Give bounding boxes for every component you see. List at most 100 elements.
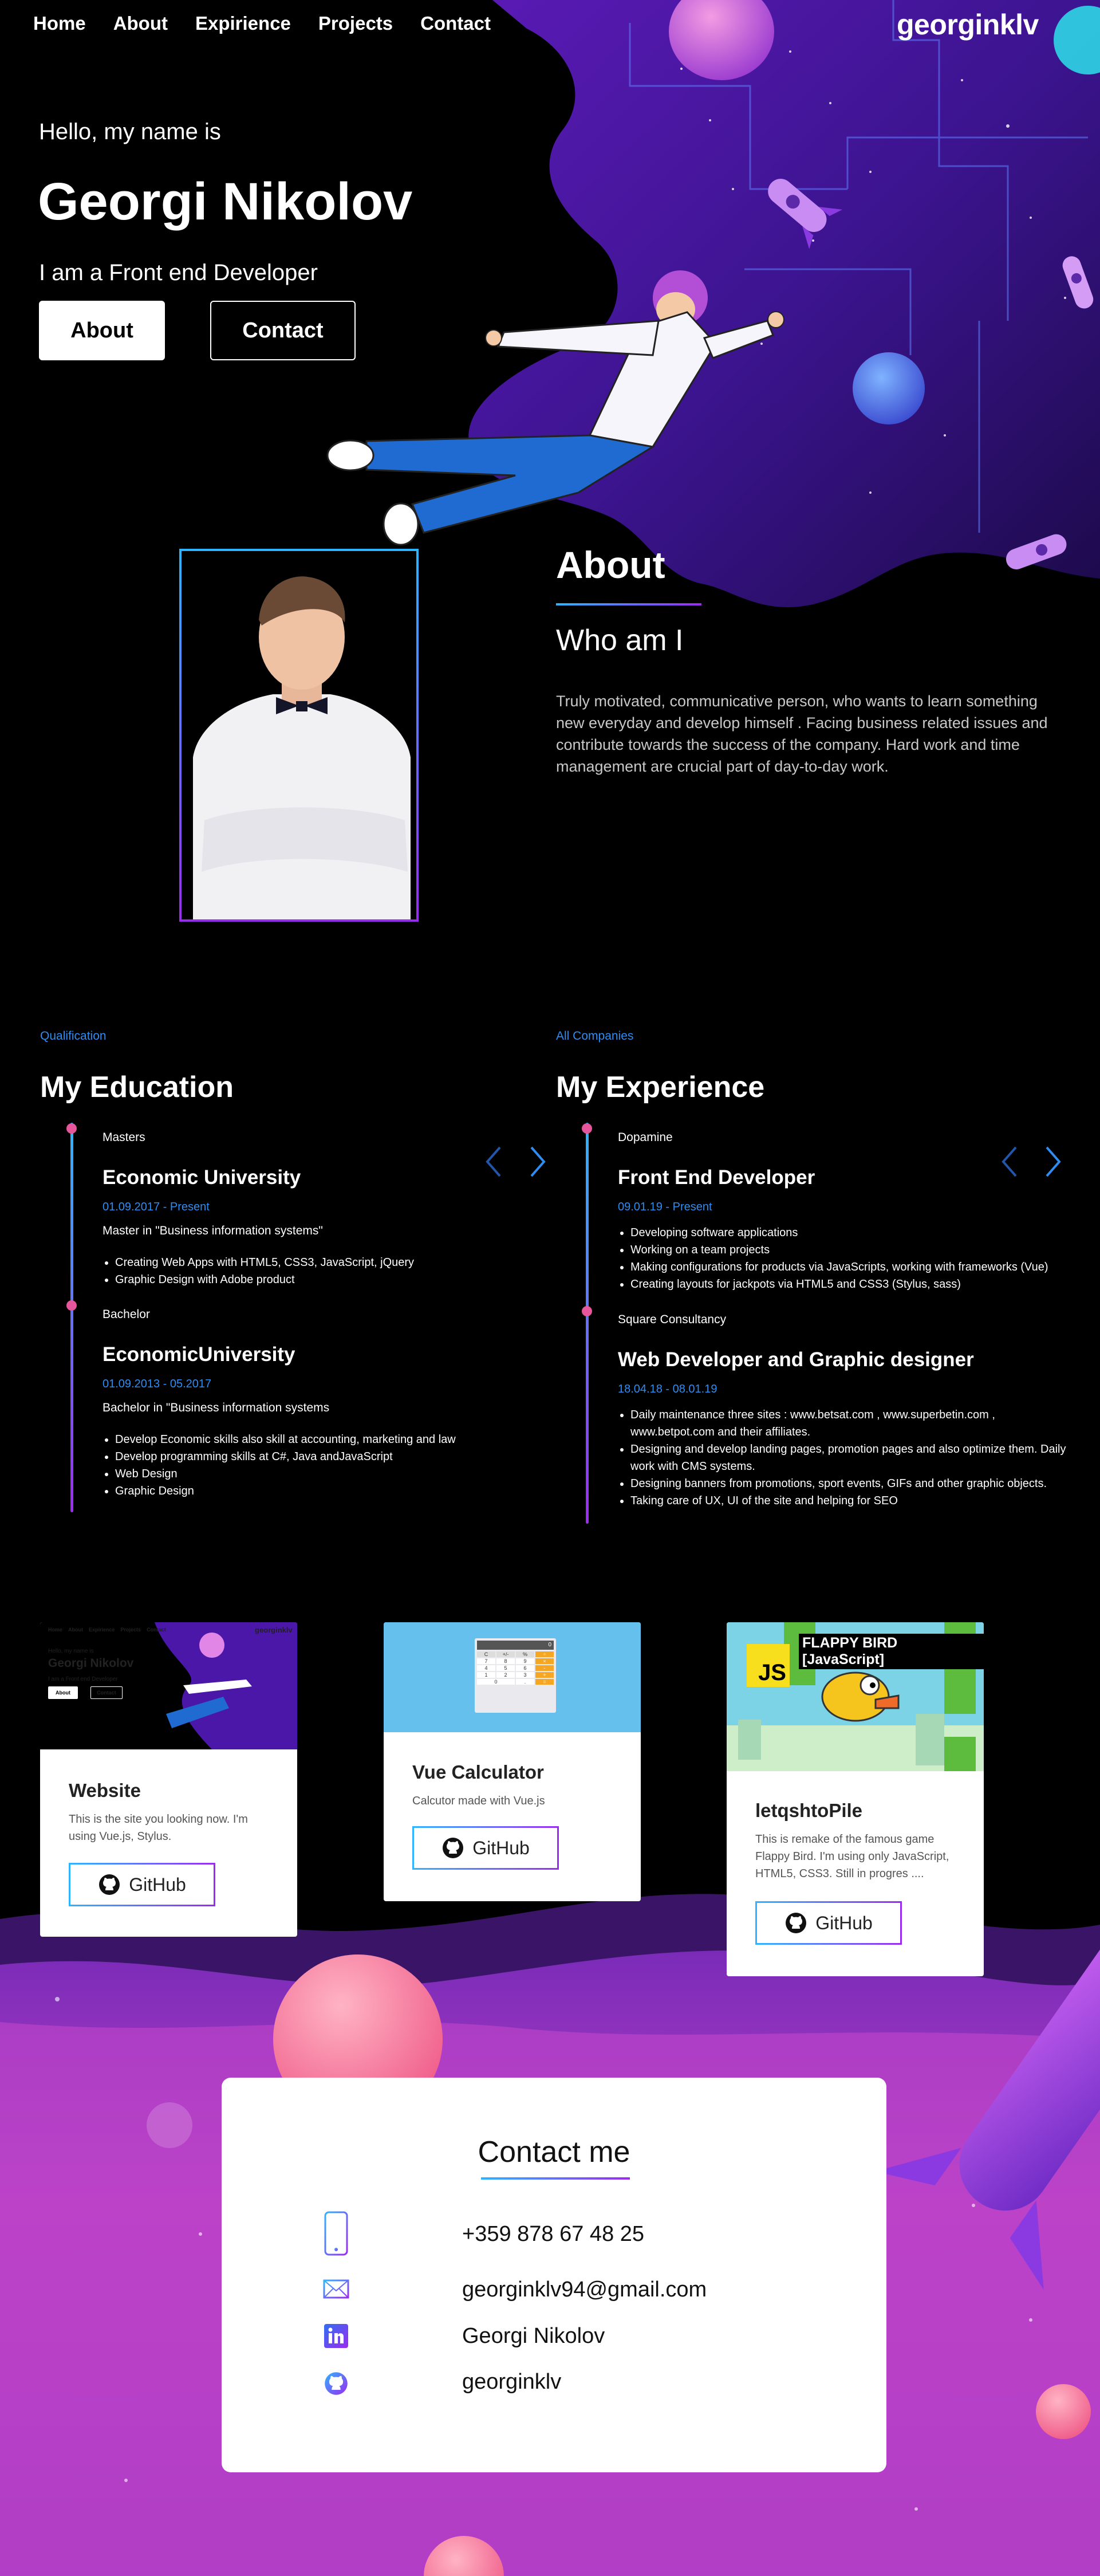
experience-bullets: Daily maintenance three sites : www.bets…	[618, 1406, 1076, 1509]
experience-role: Front End Developer	[618, 1166, 815, 1189]
experience-item: Dopamine Front End Developer 09.01.19 - …	[618, 1131, 1076, 1293]
project-description: This is the site you looking now. I'm us…	[69, 1813, 248, 1843]
calc-key: 5	[496, 1665, 515, 1671]
contact-linkedin-row[interactable]: Georgi Nikolov	[319, 2324, 605, 2348]
project-title: letqshtoPile	[755, 1800, 863, 1821]
hero-name: Georgi Nikolov	[38, 172, 413, 231]
experience-title: My Experience	[556, 1071, 765, 1104]
calc-key: .	[516, 1679, 534, 1685]
brand-logo[interactable]: georginklv	[897, 8, 1039, 41]
hero-greeting: Hello, my name is	[39, 119, 221, 144]
nav-about[interactable]: About	[113, 13, 168, 34]
about-title: About	[556, 544, 665, 586]
calc-key: C	[477, 1651, 495, 1657]
education-kicker: Qualification	[40, 1029, 107, 1043]
calc-key: 2	[496, 1672, 515, 1678]
education-bullets: Creating Web Apps with HTML5, CSS3, Java…	[102, 1254, 469, 1288]
contact-linkedin: Georgi Nikolov	[462, 2324, 605, 2348]
phone-icon	[324, 2211, 348, 2256]
github-button-label: GitHub	[129, 1874, 186, 1895]
education-school: EconomicUniversity	[102, 1343, 295, 1366]
contact-title: Contact me	[478, 2135, 630, 2169]
project-thumbnail: 0 C +/- % ÷ 7 8 9 × 4 5 6 - 1 2 3 + 0 . …	[384, 1622, 641, 1732]
contact-github: georginklv	[462, 2370, 562, 2394]
github-button-label: GitHub	[815, 1912, 873, 1933]
timeline-dot	[582, 1306, 592, 1316]
contact-email-row[interactable]: georginklv94@gmail.com	[319, 2278, 707, 2302]
list-item: Designing banners from promotions, sport…	[630, 1475, 1076, 1492]
experience-dates: 18.04.18 - 08.01.19	[618, 1383, 717, 1395]
thumb-role: I am a Front end Developer	[48, 1676, 118, 1682]
list-item: Creating Web Apps with HTML5, CSS3, Java…	[115, 1254, 469, 1271]
timeline-dot	[582, 1123, 592, 1134]
thumb-brand: georginklv	[255, 1626, 293, 1634]
timeline-dot	[66, 1123, 77, 1134]
contact-phone-row[interactable]: +359 878 67 48 25	[319, 2211, 644, 2256]
experience-dates: 09.01.19 - Present	[618, 1201, 712, 1213]
education-timeline	[70, 1123, 73, 1512]
nav-experience[interactable]: Expirience	[195, 13, 291, 34]
calculator-illustration: 0 C +/- % ÷ 7 8 9 × 4 5 6 - 1 2 3 + 0 . …	[475, 1638, 556, 1713]
education-item: Masters Economic University 01.09.2017 -…	[102, 1131, 469, 1288]
github-button[interactable]: GitHub	[69, 1863, 215, 1906]
calc-key: ÷	[535, 1651, 554, 1657]
thumb-nav-item: About	[68, 1627, 84, 1633]
calc-key: -	[535, 1665, 554, 1671]
calc-key: 0	[477, 1679, 515, 1685]
github-icon	[443, 1838, 464, 1858]
flappy-caption: FLAPPY BIRD [JavaScript]	[799, 1634, 984, 1669]
list-item: Graphic Design with Adobe product	[115, 1271, 469, 1288]
thumb-nav-item: Home	[48, 1627, 63, 1633]
project-thumbnail: Home About Expirience Projects Contact g…	[40, 1622, 297, 1749]
project-card: 0 C +/- % ÷ 7 8 9 × 4 5 6 - 1 2 3 + 0 . …	[384, 1622, 641, 1901]
thumb-about-button: About	[48, 1686, 78, 1699]
calc-key: 9	[516, 1658, 534, 1664]
thumb-nav-item: Expirience	[89, 1627, 115, 1633]
list-item: Designing and develop landing pages, pro…	[630, 1441, 1076, 1475]
hero-section: Home About Expirience Projects Contact g…	[0, 0, 1100, 974]
nav-home[interactable]: Home	[33, 13, 86, 34]
about-subtitle: Who am I	[556, 624, 684, 657]
calc-key: 1	[477, 1672, 495, 1678]
hero-role: I am a Front end Developer	[39, 260, 318, 285]
project-card: Home About Expirience Projects Contact g…	[40, 1622, 297, 1937]
hero-contact-button[interactable]: Contact	[210, 301, 356, 360]
chevron-right-icon[interactable]	[526, 1145, 549, 1179]
project-body: letqshtoPile This is remake of the famou…	[727, 1800, 984, 1882]
chevron-left-icon[interactable]	[483, 1145, 506, 1179]
education-degree: Master in "Business information systems"	[102, 1224, 323, 1237]
list-item: Working on a team projects	[630, 1241, 1076, 1258]
calculator-keys: C +/- % ÷ 7 8 9 × 4 5 6 - 1 2 3 + 0 . =	[477, 1651, 554, 1685]
calc-key: 8	[496, 1658, 515, 1664]
github-button[interactable]: GitHub	[755, 1901, 902, 1945]
contact-card: Contact me +359 878 67 48 25 georginklv9…	[222, 2078, 886, 2472]
hero-about-button[interactable]: About	[39, 301, 165, 360]
project-description: Calcutor made with Vue.js	[412, 1795, 545, 1807]
profile-portrait	[182, 551, 416, 919]
list-item: Web Design	[115, 1465, 469, 1482]
experience-timeline	[586, 1123, 589, 1524]
main-nav: Home About Expirience Projects Contact	[33, 13, 491, 34]
experience-kicker: All Companies	[556, 1029, 634, 1043]
github-button[interactable]: GitHub	[412, 1826, 559, 1870]
experience-bullets: Developing software applications Working…	[618, 1224, 1076, 1293]
space-illustration	[326, 0, 1100, 608]
nav-contact[interactable]: Contact	[420, 13, 491, 34]
calc-key: +	[535, 1672, 554, 1678]
calculator-display: 0	[477, 1641, 554, 1650]
experience-item: Square Consultancy Web Developer and Gra…	[618, 1313, 1076, 1509]
list-item: Graphic Design	[115, 1482, 469, 1500]
contact-email: georginklv94@gmail.com	[462, 2278, 707, 2302]
nav-projects[interactable]: Projects	[318, 13, 393, 34]
experience-company: Dopamine	[618, 1131, 673, 1144]
about-text: Truly motivated, communicative person, w…	[556, 693, 1048, 775]
experience-company: Square Consultancy	[618, 1313, 727, 1326]
project-title: Vue Calculator	[412, 1761, 544, 1783]
contact-github-row[interactable]: georginklv	[319, 2370, 561, 2396]
github-icon	[325, 2372, 348, 2395]
about-underline	[556, 603, 701, 605]
education-bullets: Develop Economic skills also skill at ac…	[102, 1431, 469, 1500]
contact-underline	[481, 2177, 630, 2180]
thumb-greeting: Hello, my name is	[48, 1648, 94, 1654]
project-card: JS FLAPPY BIRD [JavaScript] letqshtoPile…	[727, 1622, 984, 1976]
